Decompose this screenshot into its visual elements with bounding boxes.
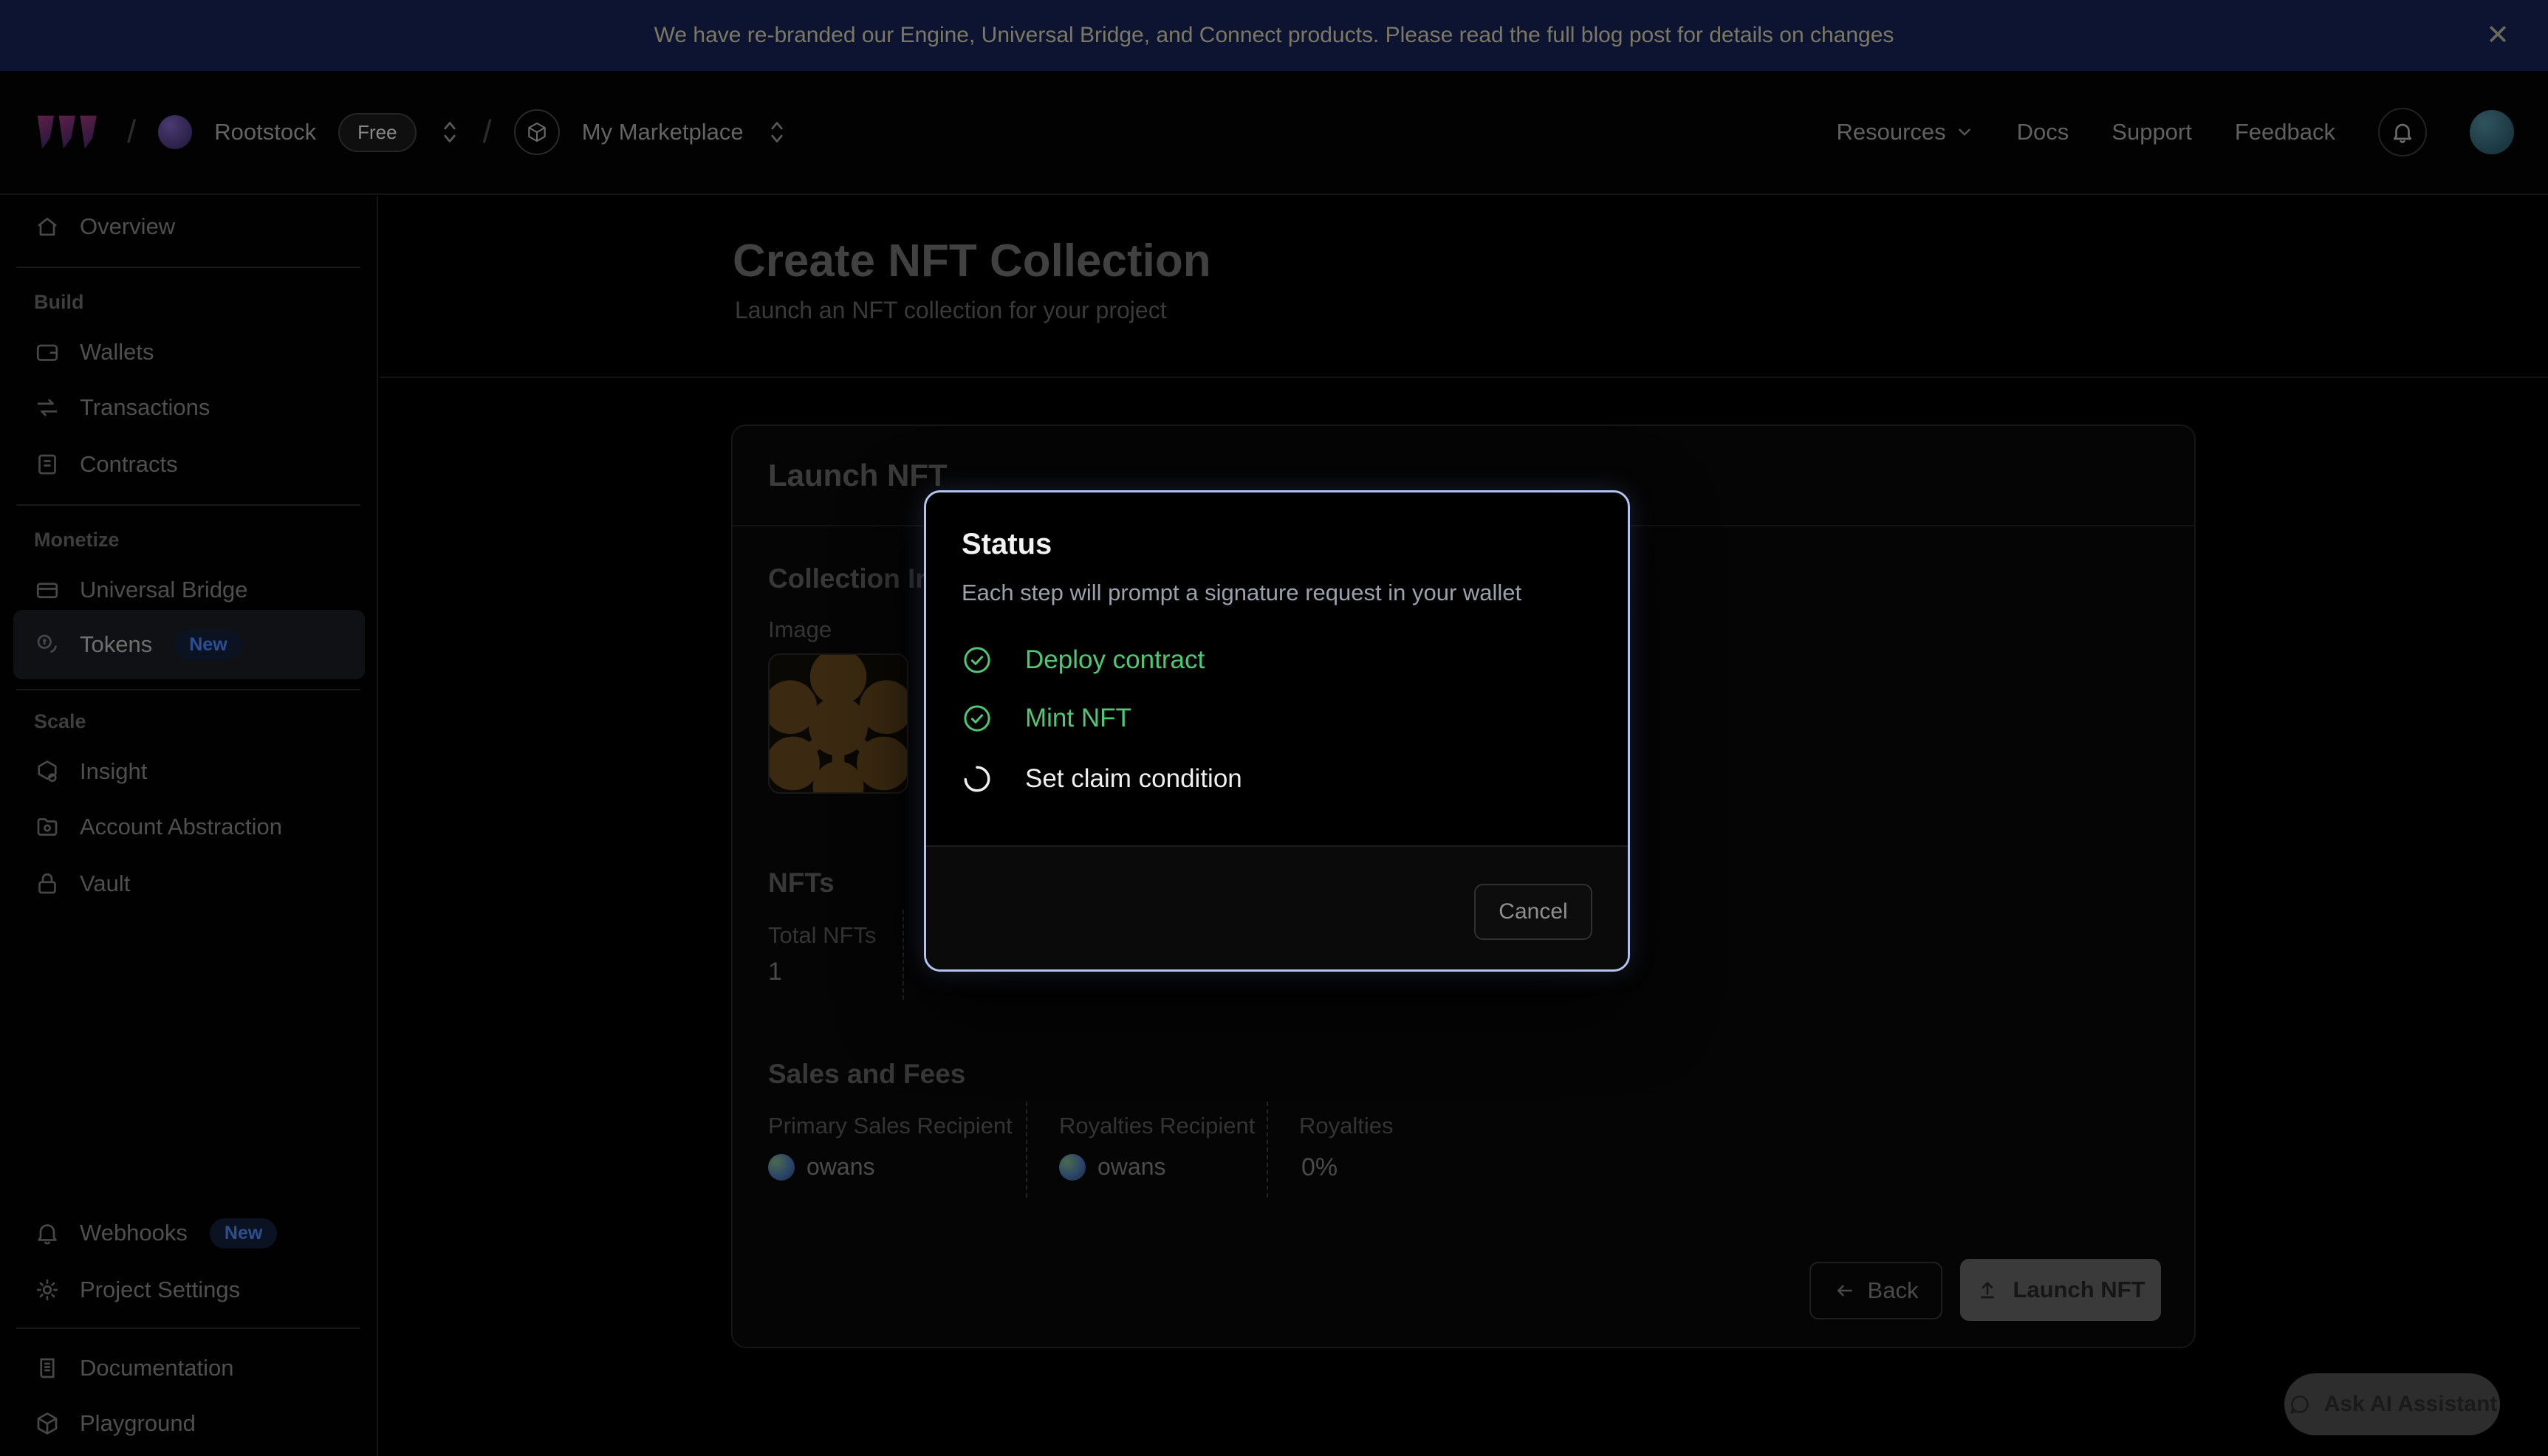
step-deploy-contract: Deploy contract xyxy=(962,638,1205,682)
check-circle-icon xyxy=(962,703,993,734)
cancel-button[interactable]: Cancel xyxy=(1474,884,1592,940)
dialog-title: Status xyxy=(962,528,1052,561)
step-mint-nft: Mint NFT xyxy=(962,696,1131,741)
step-set-claim-condition: Set claim condition xyxy=(962,757,1242,801)
status-dialog: Status Each step will prompt a signature… xyxy=(924,490,1630,972)
dialog-subtitle: Each step will prompt a signature reques… xyxy=(962,580,1521,606)
check-circle-icon xyxy=(962,645,993,676)
spinner-icon xyxy=(962,763,993,794)
dialog-footer: Cancel xyxy=(926,845,1628,969)
